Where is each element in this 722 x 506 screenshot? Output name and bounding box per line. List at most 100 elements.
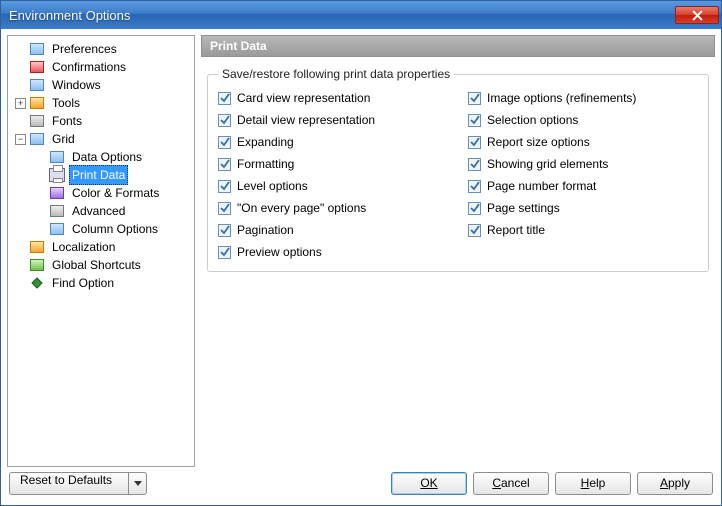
checkbox-col-left: Card view representation Detail view repr… bbox=[218, 89, 448, 261]
check-icon bbox=[220, 247, 230, 257]
tree-label: Windows bbox=[49, 76, 104, 94]
collapse-icon[interactable]: − bbox=[15, 134, 26, 145]
check-icon bbox=[220, 93, 230, 103]
tree-label: Color & Formats bbox=[69, 184, 162, 202]
tree-node-print-data[interactable]: Print Data bbox=[8, 166, 194, 184]
checkbox-row[interactable]: Report size options bbox=[468, 133, 698, 151]
checkbox[interactable] bbox=[218, 224, 231, 237]
check-icon bbox=[470, 115, 480, 125]
checkbox[interactable] bbox=[218, 92, 231, 105]
apply-button[interactable]: Apply bbox=[637, 472, 713, 495]
tree-label: Grid bbox=[49, 130, 78, 148]
checkbox-row[interactable]: Showing grid elements bbox=[468, 155, 698, 173]
tree-node-column-options[interactable]: Column Options bbox=[8, 220, 194, 238]
checkbox[interactable] bbox=[468, 114, 481, 127]
checkbox[interactable] bbox=[218, 158, 231, 171]
button-bar: Reset to Defaults OK Cancel Help Apply bbox=[7, 467, 715, 499]
checkbox-label: Card view representation bbox=[237, 91, 370, 105]
checkbox[interactable] bbox=[218, 202, 231, 215]
printer-icon bbox=[49, 167, 65, 183]
tree-node-advanced[interactable]: Advanced bbox=[8, 202, 194, 220]
checkbox-row[interactable]: Image options (refinements) bbox=[468, 89, 698, 107]
checkbox[interactable] bbox=[468, 202, 481, 215]
checkbox[interactable] bbox=[218, 246, 231, 259]
checkbox-row[interactable]: "On every page" options bbox=[218, 199, 448, 217]
cancel-button[interactable]: Cancel bbox=[473, 472, 549, 495]
checkbox-row[interactable]: Page settings bbox=[468, 199, 698, 217]
checkbox-label: Page number format bbox=[487, 179, 596, 193]
check-icon bbox=[220, 181, 230, 191]
tree-node-find-option[interactable]: Find Option bbox=[8, 274, 194, 292]
checkbox-label: Expanding bbox=[237, 135, 294, 149]
checkbox-row[interactable]: Detail view representation bbox=[218, 111, 448, 129]
close-button[interactable] bbox=[675, 6, 719, 24]
check-icon bbox=[470, 225, 480, 235]
tree-label: Preferences bbox=[49, 40, 120, 58]
checkbox-row[interactable]: Selection options bbox=[468, 111, 698, 129]
checkbox[interactable] bbox=[218, 180, 231, 193]
tree-node-windows[interactable]: Windows bbox=[8, 76, 194, 94]
tree-node-localization[interactable]: Localization bbox=[8, 238, 194, 256]
check-icon bbox=[470, 159, 480, 169]
tree-node-global-shortcuts[interactable]: Global Shortcuts bbox=[8, 256, 194, 274]
checkbox[interactable] bbox=[218, 114, 231, 127]
tree-node-data-options[interactable]: Data Options bbox=[8, 148, 194, 166]
tree-node-fonts[interactable]: Fonts bbox=[8, 112, 194, 130]
checkbox-row[interactable]: Formatting bbox=[218, 155, 448, 173]
checkbox-label: Pagination bbox=[237, 223, 294, 237]
check-icon bbox=[220, 203, 230, 213]
shortcuts-icon bbox=[29, 257, 45, 273]
reset-defaults-button[interactable]: Reset to Defaults bbox=[9, 472, 129, 495]
checkbox-row[interactable]: Page number format bbox=[468, 177, 698, 195]
window-title: Environment Options bbox=[9, 8, 675, 23]
checkbox-row[interactable]: Report title bbox=[468, 221, 698, 239]
check-icon bbox=[220, 159, 230, 169]
reset-defaults-combo: Reset to Defaults bbox=[9, 472, 147, 495]
checkbox-row[interactable]: Level options bbox=[218, 177, 448, 195]
checkbox-label: "On every page" options bbox=[237, 201, 366, 215]
checkbox-label: Report size options bbox=[487, 135, 590, 149]
preferences-icon bbox=[29, 41, 45, 57]
titlebar: Environment Options bbox=[1, 1, 721, 29]
check-icon bbox=[470, 93, 480, 103]
expand-icon[interactable]: + bbox=[15, 98, 26, 109]
advanced-icon bbox=[49, 203, 65, 219]
tree-node-grid[interactable]: − Grid bbox=[8, 130, 194, 148]
tree-label: Confirmations bbox=[49, 58, 129, 76]
checkbox[interactable] bbox=[468, 224, 481, 237]
color-formats-icon bbox=[49, 185, 65, 201]
ok-button[interactable]: OK bbox=[391, 472, 467, 495]
tree-node-color-formats[interactable]: Color & Formats bbox=[8, 184, 194, 202]
checkbox[interactable] bbox=[218, 136, 231, 149]
data-options-icon bbox=[49, 149, 65, 165]
checkbox-row[interactable]: Expanding bbox=[218, 133, 448, 151]
tree-node-tools[interactable]: + Tools bbox=[8, 94, 194, 112]
check-icon bbox=[220, 115, 230, 125]
group-legend: Save/restore following print data proper… bbox=[218, 67, 454, 81]
tree-node-preferences[interactable]: Preferences bbox=[8, 40, 194, 58]
checkbox[interactable] bbox=[468, 180, 481, 193]
client-area: Preferences Confirmations Windows + Tool… bbox=[1, 29, 721, 505]
checkbox[interactable] bbox=[468, 136, 481, 149]
checkbox[interactable] bbox=[468, 158, 481, 171]
checkbox-label: Image options (refinements) bbox=[487, 91, 636, 105]
close-icon bbox=[692, 10, 703, 21]
tree-label: Column Options bbox=[69, 220, 161, 238]
reset-defaults-dropdown[interactable] bbox=[129, 472, 147, 495]
checkbox[interactable] bbox=[468, 92, 481, 105]
check-icon bbox=[220, 137, 230, 147]
chevron-down-icon bbox=[134, 481, 142, 487]
checkbox-row[interactable]: Pagination bbox=[218, 221, 448, 239]
tools-icon bbox=[29, 95, 45, 111]
help-button[interactable]: Help bbox=[555, 472, 631, 495]
nav-tree[interactable]: Preferences Confirmations Windows + Tool… bbox=[7, 35, 195, 467]
content-body: Save/restore following print data proper… bbox=[201, 57, 715, 467]
tree-node-confirmations[interactable]: Confirmations bbox=[8, 58, 194, 76]
checkbox-row[interactable]: Preview options bbox=[218, 243, 448, 261]
dialog-window: Environment Options Preferences Confirma… bbox=[0, 0, 722, 506]
column-options-icon bbox=[49, 221, 65, 237]
tree-label: Global Shortcuts bbox=[49, 256, 144, 274]
check-icon bbox=[470, 137, 480, 147]
check-icon bbox=[470, 203, 480, 213]
checkbox-row[interactable]: Card view representation bbox=[218, 89, 448, 107]
